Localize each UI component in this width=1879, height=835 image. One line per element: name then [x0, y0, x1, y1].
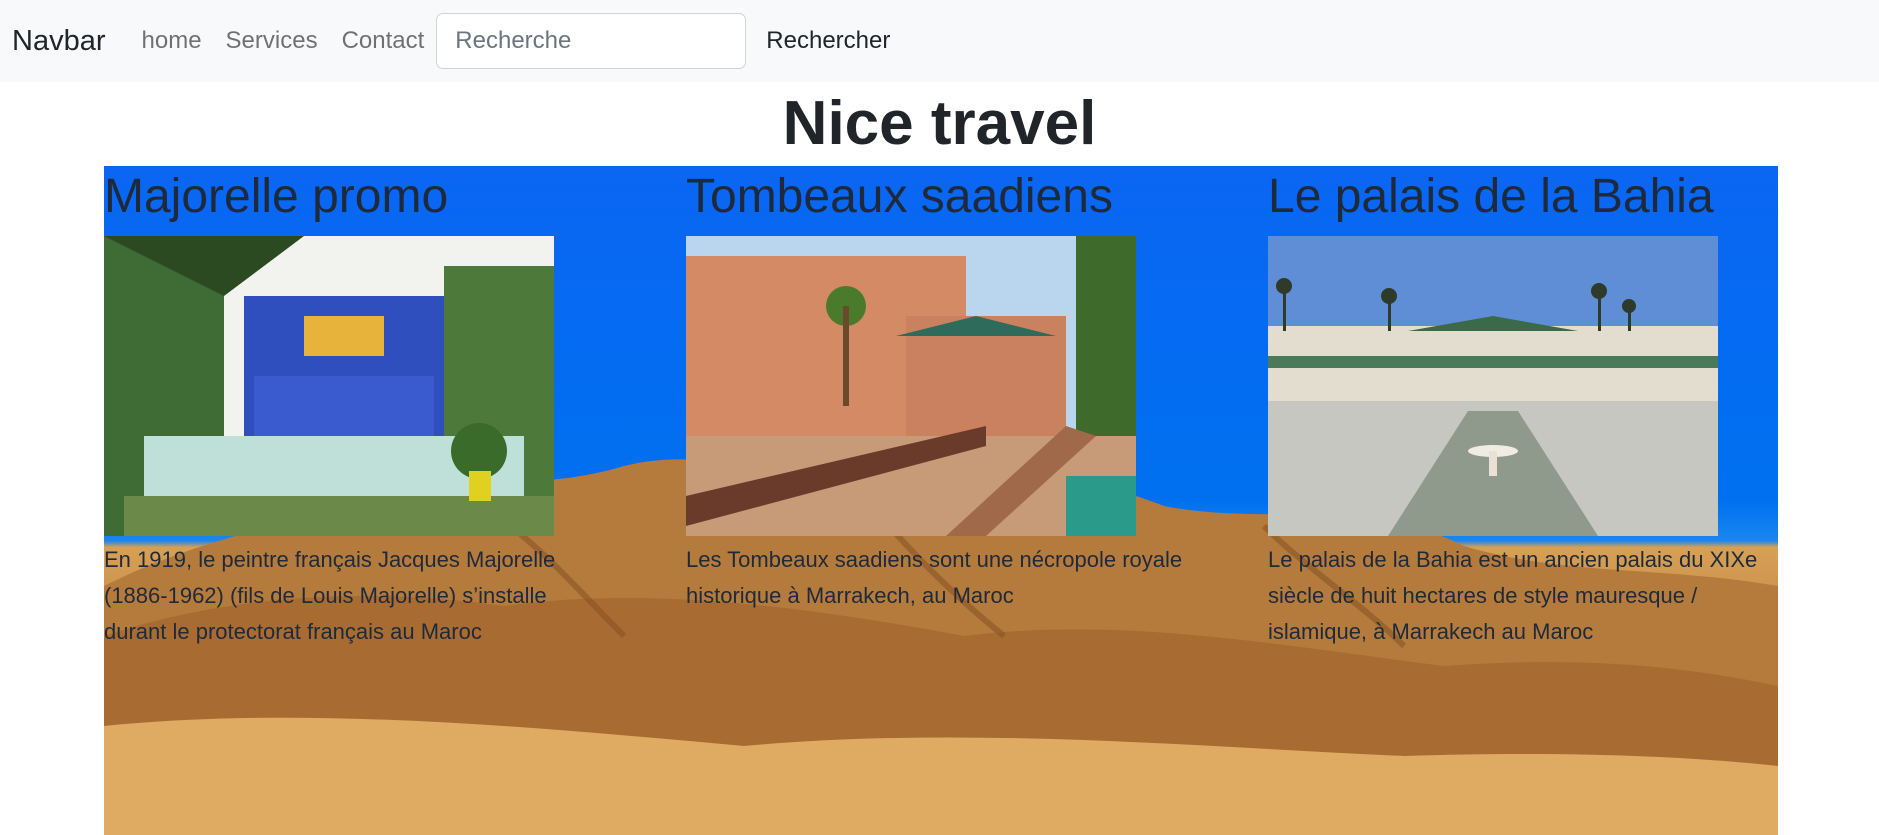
- place-title: Tombeaux saadiens: [686, 170, 1113, 223]
- desert-background-section: Majorelle promo En 1919, le peintre fran…: [104, 166, 1778, 835]
- place-title: Le palais de la Bahia: [1268, 170, 1714, 223]
- place-card-majorelle: Majorelle promo En 1919, le peintre fran…: [104, 166, 664, 650]
- page-title: Nice travel: [782, 89, 1097, 158]
- bahia-photo: [1268, 236, 1718, 536]
- place-card-bahia: Le palais de la Bahia Le palais de la Ba…: [1268, 166, 1778, 650]
- search-input[interactable]: [436, 13, 747, 69]
- tombeaux-photo: [686, 236, 1136, 536]
- place-card-tombeaux: Tombeaux saadiens Les Tombeaux saadiens …: [686, 166, 1246, 614]
- search-button[interactable]: Rechercher: [756, 21, 900, 61]
- place-title: Majorelle promo: [104, 170, 449, 223]
- navbar-brand[interactable]: Navbar: [12, 25, 106, 58]
- nav-link-home[interactable]: home: [142, 27, 202, 55]
- navbar: Navbar home Services Contact Recherche r: [0, 0, 1879, 82]
- nav-link-contact[interactable]: Contact: [342, 27, 425, 55]
- majorelle-photo: [104, 236, 554, 536]
- place-description: Les Tombeaux saadiens sont une nécropole…: [686, 547, 1183, 608]
- place-description: En 1919, le peintre français Jacques Maj…: [104, 547, 556, 644]
- place-description: Le palais de la Bahia est un ancien pala…: [1268, 547, 1758, 644]
- nav-link-services[interactable]: Services: [226, 27, 318, 55]
